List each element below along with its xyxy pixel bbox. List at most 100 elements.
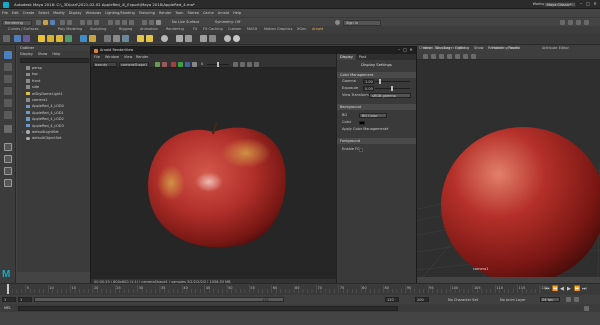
paint-select-icon[interactable] [4, 75, 12, 83]
lasso-tool-icon[interactable] [4, 63, 12, 71]
play-forward-icon[interactable]: ▶ [567, 286, 571, 292]
ipr-stop-icon[interactable] [162, 61, 167, 67]
shelf-settings-icon[interactable] [3, 35, 10, 42]
outliner-item[interactable]: defaultObjectSet [20, 135, 92, 141]
command-input[interactable] [18, 305, 398, 311]
menu-windows[interactable]: Windows [86, 9, 102, 17]
gamma-field[interactable]: 1.0000 [363, 79, 374, 84]
render-settings-icon[interactable] [185, 35, 192, 42]
arnold-ipr-icon[interactable] [23, 35, 30, 42]
exposure-slider-knob[interactable] [217, 61, 219, 67]
step-back-icon[interactable]: ⏪ [552, 286, 558, 292]
denoise-icon[interactable] [233, 35, 240, 42]
shelf-tab-sculpting[interactable]: Sculpting [90, 26, 106, 33]
menu-texturing[interactable]: Texturing [139, 9, 155, 17]
preferences-icon[interactable] [574, 297, 579, 302]
time-slider[interactable]: 5 10 15 20 25 30 35 40 45 50 55 60 65 70 75 80 85 90 95 100… [0, 283, 600, 295]
refresh-icon[interactable] [233, 61, 238, 67]
snap-grid-icon[interactable] [108, 20, 113, 25]
channel-a-icon[interactable] [192, 61, 197, 67]
debug-shading-icon[interactable] [254, 61, 259, 67]
menu-select[interactable]: Select [38, 9, 49, 17]
tab-display[interactable]: Display [337, 54, 356, 60]
modeling-toolkit-tab[interactable]: Modeling Toolkit [492, 45, 520, 52]
shelf-tab-motion-graphics[interactable]: Motion Graphics [264, 26, 292, 33]
mesh-light-icon[interactable] [47, 35, 54, 42]
end-frame-field[interactable]: 200 [415, 297, 429, 302]
menu-create[interactable]: Create [23, 9, 35, 17]
channel-box-icon[interactable] [568, 20, 573, 25]
physical-sky-icon[interactable] [80, 35, 87, 42]
scale-tool-icon[interactable] [4, 111, 12, 119]
single-perspective-layout-icon[interactable] [4, 143, 12, 151]
select-hierarchy-icon[interactable] [80, 20, 85, 25]
gamma-slider-knob[interactable] [379, 79, 381, 84]
shelf-tab-poly[interactable]: Poly Modeling [58, 26, 82, 33]
start-frame-field[interactable]: 1 [2, 297, 16, 302]
eye-icon[interactable] [224, 35, 231, 42]
script-editor-icon[interactable] [584, 305, 589, 311]
attribute-editor-tab[interactable]: Attribute Editor [542, 45, 569, 52]
snap-surface-icon[interactable] [129, 20, 134, 25]
menu-lighting-shading[interactable]: Lighting/Shading [105, 9, 135, 17]
maximize-icon[interactable]: □ [585, 2, 591, 7]
rotate-tool-icon[interactable] [4, 99, 12, 107]
shelf-tab-mash[interactable]: MASH [247, 26, 257, 33]
new-scene-icon[interactable] [36, 20, 41, 25]
play-back-icon[interactable]: ◀ [560, 286, 564, 292]
undo-icon[interactable] [60, 20, 65, 25]
workspace-dropdown[interactable]: Maya Classic* [544, 1, 576, 7]
menu-file[interactable]: File [2, 9, 8, 17]
background-header[interactable]: Background [337, 104, 416, 110]
menu-stereo[interactable]: Stereo [187, 9, 198, 17]
close-icon[interactable]: ✕ [592, 2, 598, 7]
snapshot-icon[interactable] [240, 61, 245, 67]
license-icon[interactable] [176, 35, 183, 42]
shelf-tab-fx-caching[interactable]: FX Caching [203, 26, 223, 33]
light-portal-icon[interactable] [89, 35, 96, 42]
shelf-tab-rigging[interactable]: Rigging [119, 26, 132, 33]
menu-modify[interactable]: Modify [53, 9, 65, 17]
outliner-search-input[interactable] [20, 58, 89, 63]
hypershade-icon[interactable] [200, 35, 207, 42]
arnold-render-icon[interactable] [14, 35, 21, 42]
outliner-layout-icon[interactable] [4, 179, 12, 187]
construction-history-icon[interactable] [142, 20, 147, 25]
side-by-side-layout-icon[interactable] [4, 167, 12, 175]
standin-icon[interactable] [113, 35, 120, 42]
modeling-toolkit-icon[interactable] [560, 20, 565, 25]
playback-end-field[interactable]: 120 [385, 297, 399, 302]
shelf-tab-rendering[interactable]: Rendering [166, 26, 184, 33]
gamma-slider[interactable] [375, 79, 410, 84]
tab-post[interactable]: Post [356, 54, 369, 60]
renderview-close-icon[interactable]: ✕ [408, 48, 414, 53]
menu-render[interactable]: Render [159, 9, 171, 17]
apply-cm-checkbox[interactable]: ✔ [386, 126, 389, 133]
shelf-tab-custom[interactable]: Custom [228, 26, 241, 33]
channel-box-tab[interactable]: Channel Box / Layer Editor [419, 45, 466, 52]
shelf-tab-xgen[interactable]: XGen [297, 26, 306, 33]
bg-dropdown[interactable]: BG Color [359, 113, 387, 118]
crop-region-icon[interactable] [247, 61, 252, 67]
go-to-end-icon[interactable]: ⏭ [582, 286, 587, 292]
menuset-dropdown[interactable]: Rendering [2, 19, 32, 26]
shelf-tab-curves[interactable]: Curves / Surfaces [8, 26, 39, 33]
volume-icon[interactable] [104, 35, 111, 42]
view-transform-dropdown[interactable]: sRGB gamma [369, 93, 411, 98]
flush-cache-icon[interactable] [146, 35, 153, 42]
live-surface-dropdown[interactable]: No Live Surface [170, 20, 208, 26]
menu-arnold[interactable]: Arnold [218, 9, 229, 17]
open-scene-icon[interactable] [43, 20, 48, 25]
outliner-menu-display[interactable]: Display [20, 52, 33, 56]
ipr-play-icon[interactable] [155, 61, 160, 67]
user-icon[interactable] [335, 20, 340, 25]
menu-cache[interactable]: Cache [203, 9, 214, 17]
current-frame-marker[interactable] [7, 284, 9, 294]
foreground-header[interactable]: Foreground [337, 138, 416, 144]
render-icon[interactable] [156, 20, 161, 25]
channel-r-icon[interactable] [171, 61, 176, 67]
menu-help[interactable]: Help [233, 9, 241, 17]
select-tool-icon[interactable] [4, 51, 12, 59]
shader-icon[interactable] [161, 35, 168, 42]
render-view-icon[interactable] [149, 20, 154, 25]
